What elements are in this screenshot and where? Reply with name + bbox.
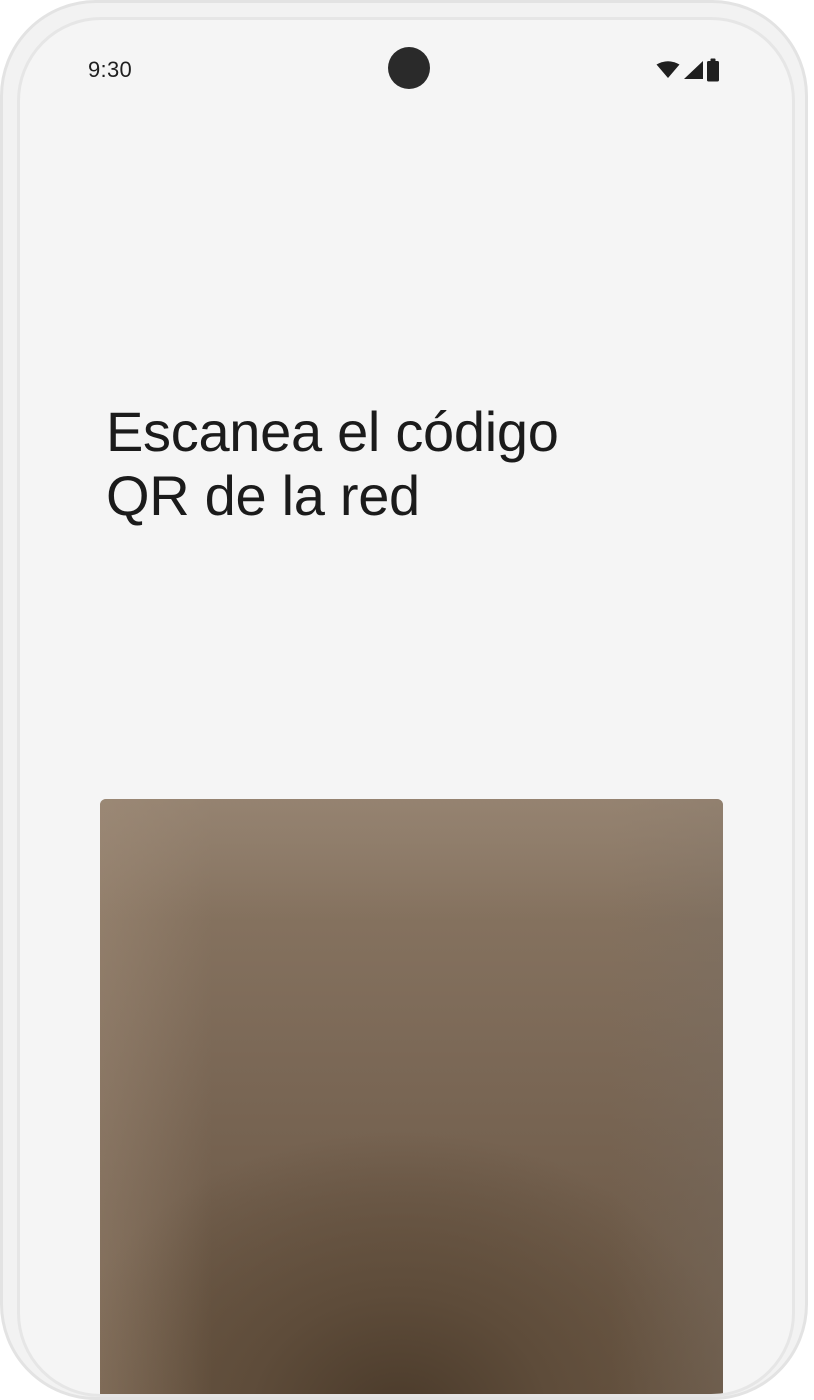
- title-line-1: Escanea el código: [106, 399, 559, 463]
- status-time: 9:30: [88, 57, 133, 82]
- wifi-icon: [656, 61, 680, 79]
- page-title: Escanea el código QR de la red: [106, 400, 726, 528]
- cellular-signal-icon: [682, 60, 704, 80]
- screen: 9:30 Escanea el código QR de la red: [17, 17, 795, 1397]
- device-frame: 9:30 Escanea el código QR de la red: [0, 0, 808, 1400]
- title-line-2: QR de la red: [106, 463, 420, 527]
- battery-icon: [706, 58, 720, 82]
- qr-camera-viewfinder[interactable]: [100, 799, 723, 1394]
- status-bar: 9:30: [20, 20, 792, 120]
- camera-cutout: [388, 47, 430, 89]
- status-icons: [656, 58, 720, 82]
